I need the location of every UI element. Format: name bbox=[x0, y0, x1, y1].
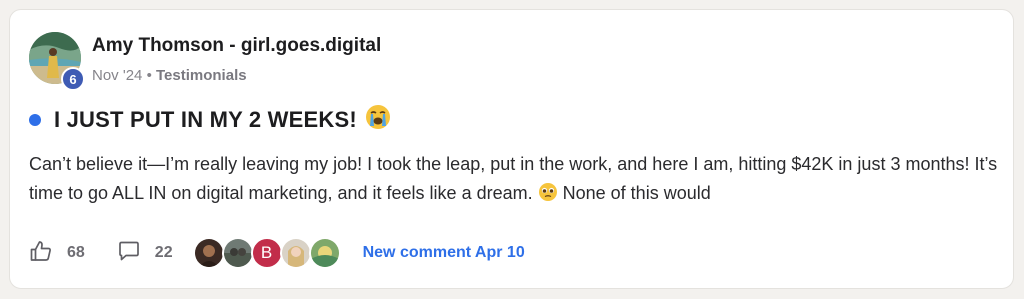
comment-icon bbox=[117, 239, 141, 268]
post-body-text-1: Can’t believe it—I’m really leaving my j… bbox=[29, 154, 998, 203]
author-name[interactable]: Amy Thomson - girl.goes.digital bbox=[92, 35, 381, 57]
comment-count: 22 bbox=[154, 244, 173, 261]
post-meta: Nov '24 • Testimonials bbox=[92, 67, 247, 84]
commenter-avatar[interactable] bbox=[221, 237, 254, 269]
post-category[interactable]: Testimonials bbox=[156, 67, 247, 84]
post-card[interactable]: 6 Amy Thomson - girl.goes.digital Nov '2… bbox=[9, 9, 1014, 289]
post-title[interactable]: I JUST PUT IN MY 2 WEEKS! bbox=[54, 107, 357, 133]
new-comment-link[interactable]: New comment Apr 10 bbox=[363, 244, 525, 262]
post-date: Nov '24 bbox=[92, 67, 143, 84]
loudly-crying-face-icon bbox=[365, 104, 391, 135]
post-body[interactable]: Can’t believe it—I’m really leaving my j… bbox=[29, 150, 1009, 211]
comment-button[interactable]: 22 bbox=[117, 239, 173, 268]
post-body-text-2: None of this would bbox=[562, 183, 711, 203]
commenter-avatar-letter[interactable]: B bbox=[250, 237, 283, 269]
meta-separator: • bbox=[146, 67, 152, 84]
commenter-avatar[interactable] bbox=[308, 237, 341, 269]
pleading-face-icon bbox=[538, 182, 558, 211]
unread-dot-icon bbox=[29, 113, 41, 126]
like-button[interactable]: 68 bbox=[29, 239, 85, 268]
commenter-avatars[interactable]: B bbox=[192, 237, 341, 269]
author-avatar-wrap[interactable]: 6 bbox=[29, 32, 85, 91]
thumbs-up-icon bbox=[29, 239, 53, 268]
post-title-row[interactable]: I JUST PUT IN MY 2 WEEKS! bbox=[29, 104, 391, 135]
commenter-avatar[interactable] bbox=[192, 237, 225, 269]
like-count: 68 bbox=[67, 244, 85, 261]
level-badge: 6 bbox=[61, 67, 85, 91]
commenter-avatar[interactable] bbox=[279, 237, 312, 269]
post-actions: 68 22 B New comment Apr 10 bbox=[29, 237, 525, 269]
